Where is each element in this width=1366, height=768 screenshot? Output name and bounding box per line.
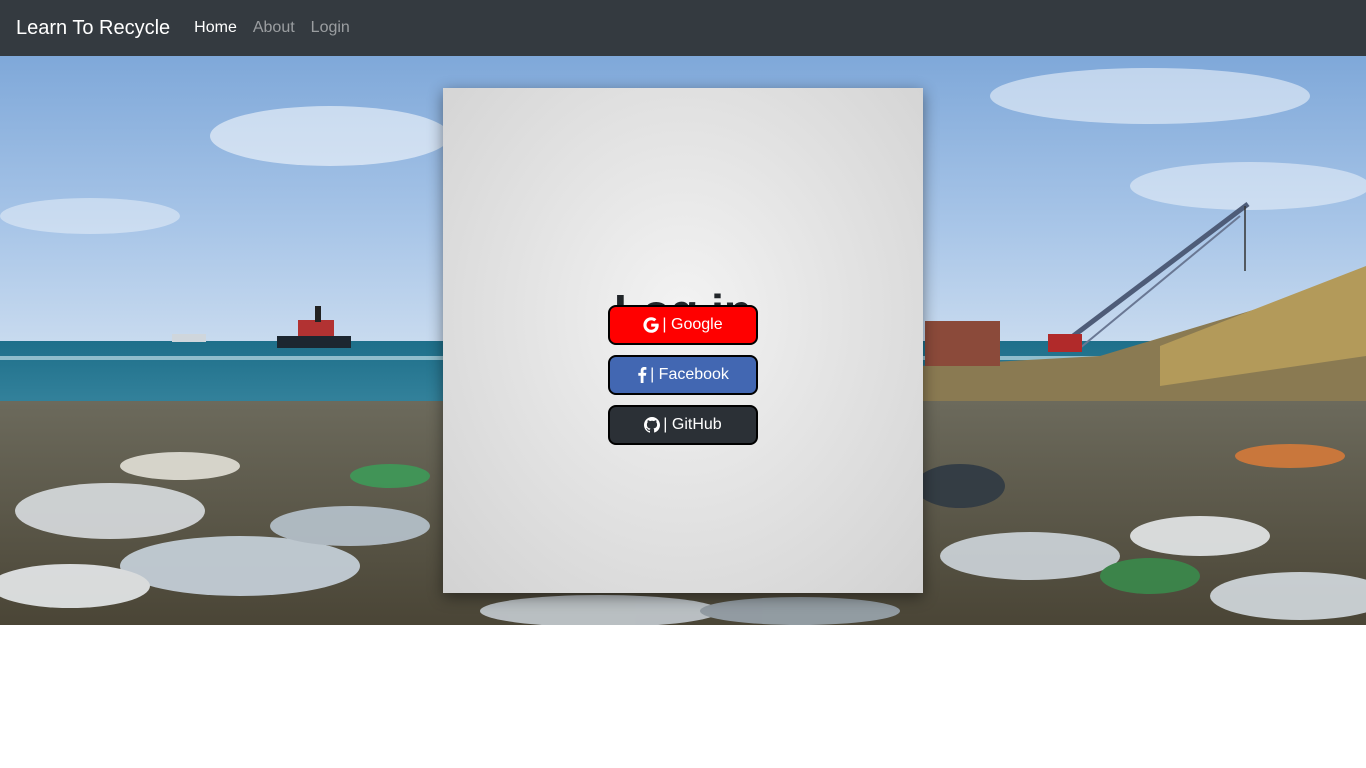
nav-links: Home About Login xyxy=(186,19,358,37)
google-button-label: | Google xyxy=(662,316,723,333)
github-button-label: | GitHub xyxy=(663,416,722,433)
google-login-button[interactable]: | Google xyxy=(608,305,758,345)
github-login-button[interactable]: | GitHub xyxy=(608,405,758,445)
navbar: Learn To Recycle Home About Login xyxy=(0,0,1366,56)
facebook-button-label: | Facebook xyxy=(650,366,729,383)
google-icon xyxy=(643,317,660,333)
facebook-login-button[interactable]: | Facebook xyxy=(608,355,758,395)
facebook-icon xyxy=(637,367,647,383)
github-icon xyxy=(644,417,661,433)
nav-link-login[interactable]: Login xyxy=(303,19,358,37)
nav-link-about[interactable]: About xyxy=(245,19,303,37)
brand-link[interactable]: Learn To Recycle xyxy=(16,17,170,40)
login-card: Log in | Google | Facebook | GitHub xyxy=(443,88,923,593)
nav-link-home[interactable]: Home xyxy=(186,19,245,37)
